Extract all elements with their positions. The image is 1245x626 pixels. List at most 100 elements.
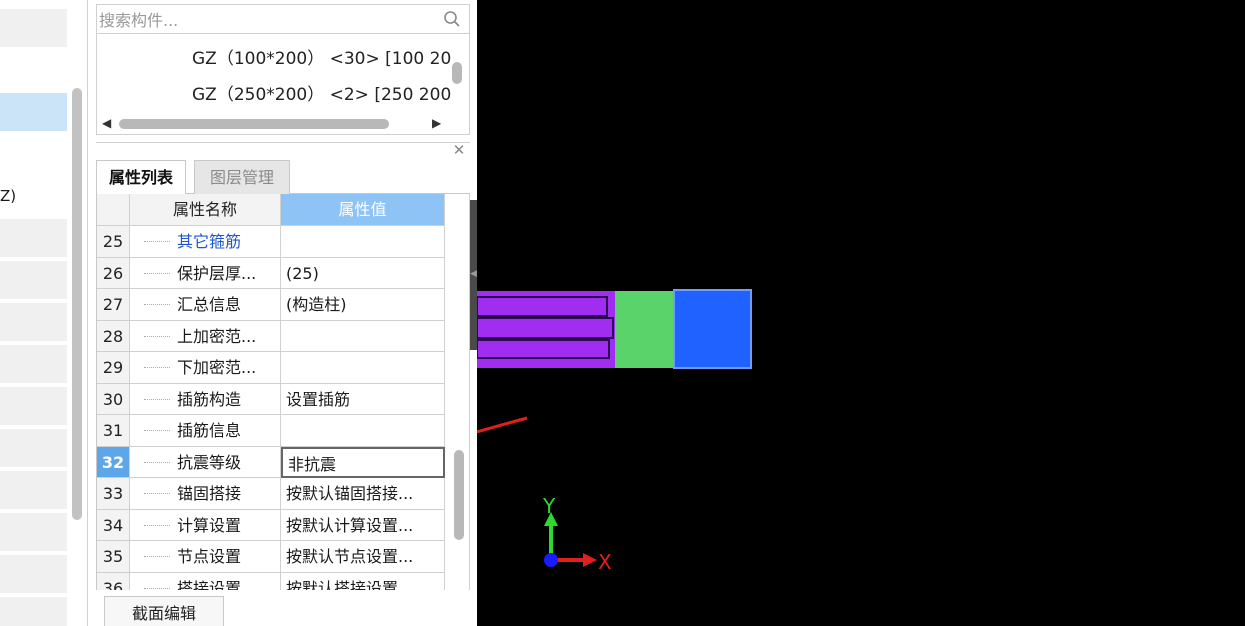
close-icon[interactable]: ✕ (451, 142, 467, 158)
table-row[interactable]: 31 插筋信息 (97, 415, 445, 447)
drawing-canvas[interactable]: Y X (372, 0, 1245, 626)
table-row[interactable]: 34 计算设置 按默认计算设置... (97, 509, 445, 541)
property-value-cell[interactable]: (25) (281, 257, 445, 289)
property-name: 搭接设置 (177, 578, 242, 591)
property-name: 抗震等级 (177, 452, 242, 472)
property-value-cell[interactable]: 按默认锚固搭接... (281, 478, 445, 510)
property-grid-scrollbar[interactable] (454, 450, 464, 540)
property-name: 其它箍筋 (177, 232, 242, 251)
property-name-cell[interactable]: 插筋信息 (130, 415, 281, 447)
grid-header-name[interactable]: 属性名称 (130, 194, 281, 226)
property-name-cell[interactable]: 计算设置 (130, 509, 281, 541)
property-value-cell[interactable] (281, 320, 445, 352)
canvas-svg: Y X (372, 289, 752, 574)
tab-layer-management[interactable]: 图层管理 (194, 160, 290, 194)
table-row[interactable]: 35 节点设置 按默认节点设置... (97, 541, 445, 573)
table-row[interactable]: 27 汇总信息 (构造柱) (97, 289, 445, 321)
section-edit-button[interactable]: 截面编辑 (104, 596, 224, 626)
table-row[interactable]: 33 锚固搭接 按默认锚固搭接... (97, 478, 445, 510)
hscroll-thumb[interactable] (119, 119, 389, 129)
tree-row[interactable] (0, 555, 67, 593)
row-number: 32 (97, 446, 130, 478)
tree-row[interactable] (0, 471, 67, 509)
table-row[interactable]: 26 保护层厚... (25) (97, 257, 445, 289)
grid-header-value[interactable]: 属性值 (281, 194, 445, 226)
property-value-cell[interactable]: 按默认计算设置... (281, 509, 445, 541)
tree-row[interactable] (0, 303, 67, 341)
axis-origin (544, 553, 558, 567)
tree-row[interactable] (0, 261, 67, 299)
row-number: 31 (97, 415, 130, 447)
component-list-vscrollbar[interactable] (452, 62, 462, 84)
property-name-cell[interactable]: 汇总信息 (130, 289, 281, 321)
component-search-box (96, 4, 470, 34)
tree-row[interactable] (0, 513, 67, 551)
component-list-item[interactable]: GZ（250*200） <2> [250 200 (192, 80, 451, 105)
row-number: 28 (97, 320, 130, 352)
tree-row[interactable] (0, 429, 67, 467)
property-name: 插筋构造 (177, 389, 242, 409)
property-tabs: 属性列表 图层管理 (96, 160, 470, 194)
row-number: 25 (97, 226, 130, 258)
tree-row[interactable] (0, 597, 67, 626)
row-number: 33 (97, 478, 130, 510)
property-value-cell[interactable] (281, 226, 445, 258)
property-name-cell[interactable]: 抗震等级 (130, 446, 281, 478)
property-name: 汇总信息 (177, 295, 242, 314)
tree-row[interactable] (0, 219, 67, 257)
tree-row[interactable] (0, 9, 67, 47)
property-name-cell[interactable]: 锚固搭接 (130, 478, 281, 510)
property-value-cell[interactable]: 按默认节点设置... (281, 541, 445, 573)
property-value-cell[interactable]: 设置插筋 (281, 383, 445, 415)
property-name-cell[interactable]: 插筋构造 (130, 383, 281, 415)
property-value-editor[interactable]: 非抗震 (281, 446, 445, 478)
table-row[interactable]: 36 搭接设置 按默认搭接设置... (97, 572, 445, 591)
property-name-cell[interactable]: 下加密范... (130, 352, 281, 384)
row-number: 36 (97, 572, 130, 590)
property-grid: 属性名称 属性值 25 其它箍筋 26 保护层厚... (25) 27 汇总信息… (96, 194, 445, 590)
row-number: 29 (97, 352, 130, 384)
property-name: 节点设置 (177, 547, 242, 566)
search-icon[interactable] (442, 9, 462, 29)
column-green[interactable] (615, 291, 674, 368)
property-value-cell[interactable]: (构造柱) (281, 289, 445, 321)
property-value-cell[interactable]: 按默认搭接设置... (281, 572, 445, 590)
property-name-cell[interactable]: 上加密范... (130, 320, 281, 352)
row-number: 35 (97, 541, 130, 573)
table-row-selected[interactable]: 32 抗震等级 非抗震 (97, 446, 445, 478)
row-number: 30 (97, 383, 130, 415)
tab-property-list[interactable]: 属性列表 (96, 160, 186, 194)
axis-x-arrow-icon (583, 553, 597, 567)
left-panel-scrollbar[interactable] (72, 88, 82, 520)
table-row[interactable]: 30 插筋构造 设置插筋 (97, 383, 445, 415)
property-name-cell[interactable]: 节点设置 (130, 541, 281, 573)
annotation-arrow-line (381, 416, 528, 460)
property-name: 下加密范... (177, 358, 257, 377)
tree-row-selected[interactable] (0, 93, 67, 131)
property-name: 插筋信息 (177, 421, 242, 440)
component-list: GZ（100*200） <30> [100 20 GZ（250*200） <2>… (96, 34, 470, 135)
left-tree-panel: Z) (0, 0, 88, 626)
component-search-input[interactable] (99, 8, 429, 32)
property-value-cell[interactable] (281, 352, 445, 384)
property-value-cell[interactable] (281, 415, 445, 447)
component-list-item[interactable]: GZ（100*200） <30> [100 20 (192, 44, 451, 69)
axis-x-label: X (598, 550, 612, 574)
property-name-cell[interactable]: 保护层厚... (130, 257, 281, 289)
scroll-left-icon[interactable]: ◀ (102, 116, 111, 130)
scroll-right-icon[interactable]: ▶ (432, 116, 441, 130)
column-blue[interactable] (673, 289, 752, 369)
tree-row[interactable] (0, 387, 67, 425)
tree-row[interactable] (0, 345, 67, 383)
axis-y-label: Y (542, 494, 556, 518)
property-name: 计算设置 (177, 515, 242, 535)
property-name: 上加密范... (177, 326, 257, 346)
beam-purple[interactable] (477, 291, 615, 368)
collapse-arrow-icon[interactable]: ◀ (470, 268, 477, 280)
table-row[interactable]: 28 上加密范... (97, 320, 445, 352)
component-list-hscrollbar[interactable]: ◀ ▶ (97, 114, 469, 134)
property-name-cell[interactable]: 其它箍筋 (130, 226, 281, 258)
table-row[interactable]: 29 下加密范... (97, 352, 445, 384)
table-row[interactable]: 25 其它箍筋 (97, 226, 445, 258)
property-name-cell[interactable]: 搭接设置 (130, 572, 281, 591)
